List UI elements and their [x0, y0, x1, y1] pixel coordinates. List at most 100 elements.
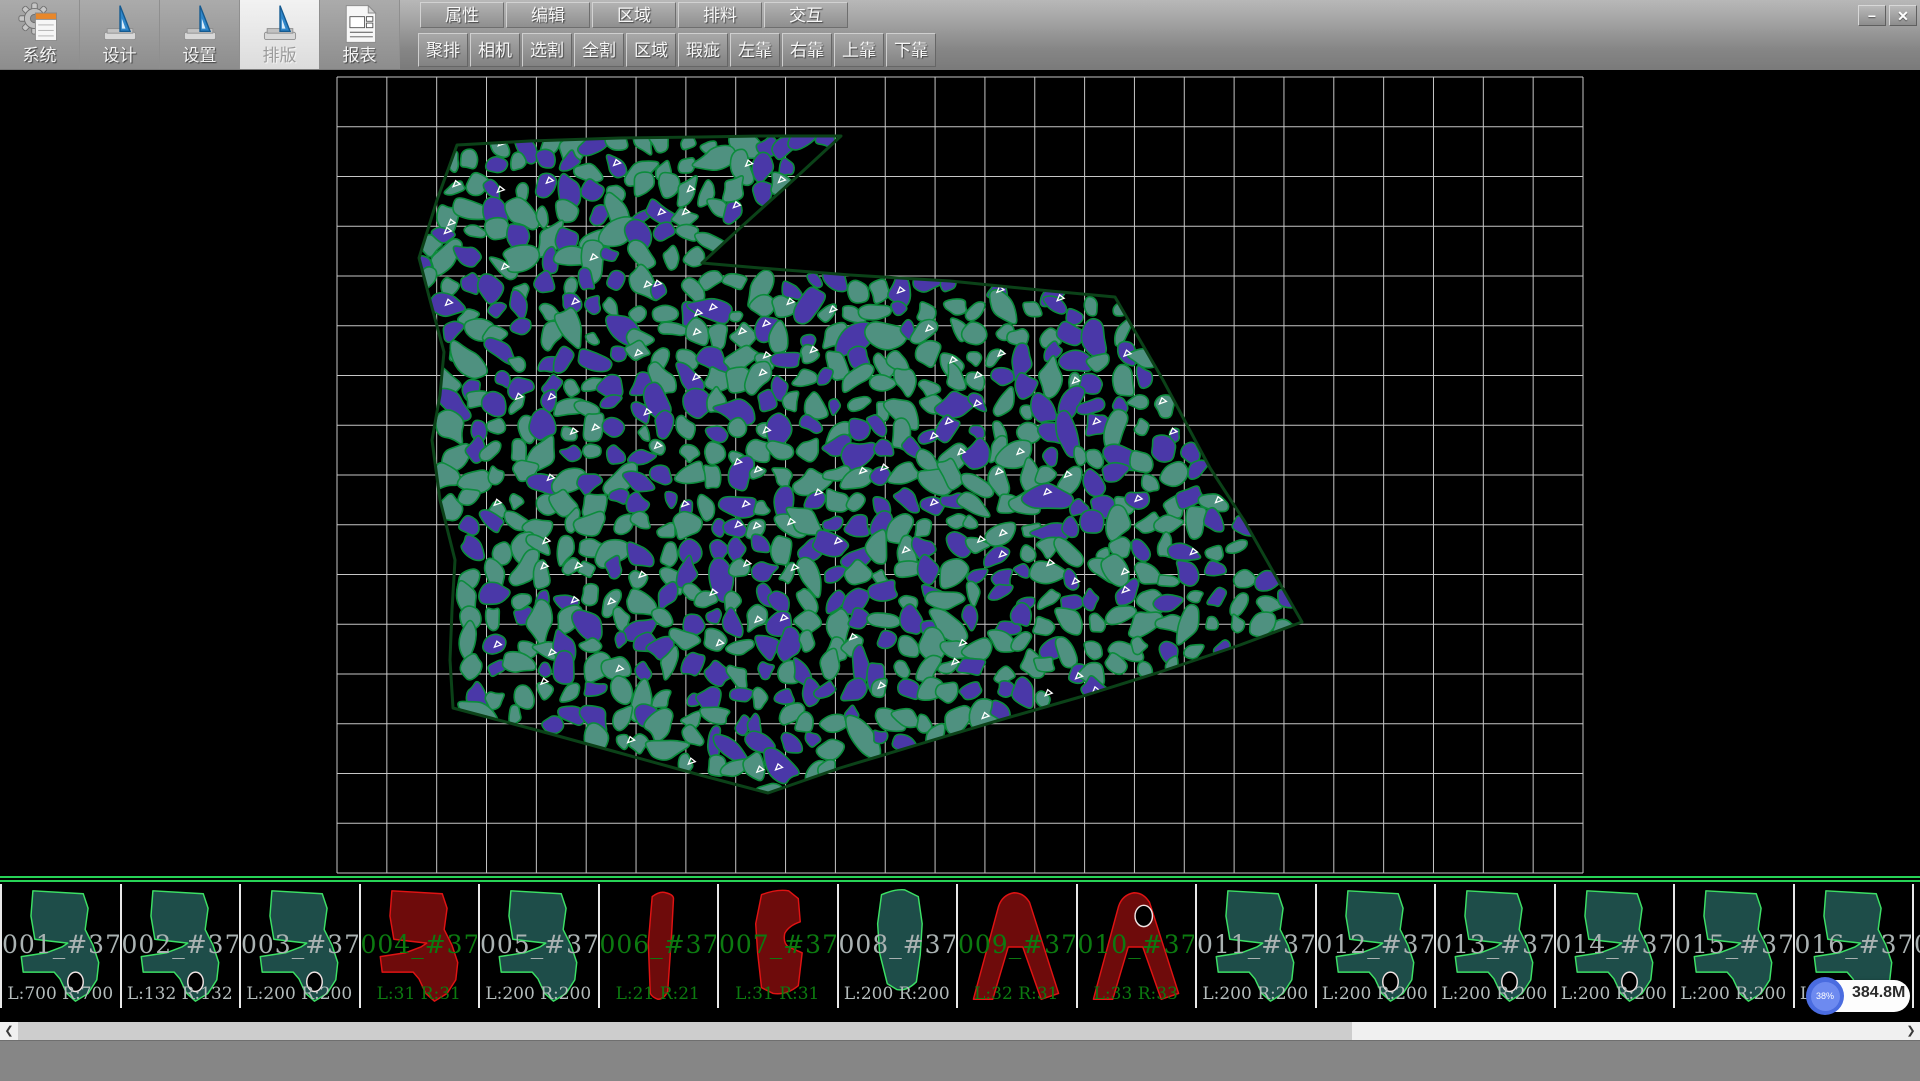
minimize-button[interactable]: − — [1858, 5, 1886, 26]
piece-thumbnail-008_#37[interactable]: 008_#37 L:200 R:200 — [839, 884, 956, 1008]
menu-tab-排料[interactable]: 排料 — [678, 2, 762, 28]
module-button-排版[interactable]: 排版 — [240, 0, 320, 69]
menu-tab-区域[interactable]: 区域 — [592, 2, 676, 28]
piece-label: 013_#37 — [1436, 930, 1553, 959]
piece-label: 006_#37 — [600, 930, 717, 959]
report-doc-icon — [338, 2, 382, 46]
piece-thumbnail-001_#37[interactable]: 001_#37 L:700 R:700 — [2, 884, 119, 1008]
module-label: 系统 — [23, 46, 57, 66]
module-button-设计[interactable]: 设计 — [80, 0, 160, 69]
piece-thumbnail-015_#37[interactable]: 015_#37 L:200 R:200 — [1675, 884, 1792, 1008]
piece-label: 002_#37 — [122, 930, 239, 959]
horizontal-scrollbar[interactable]: ❮ ❯ — [0, 1022, 1920, 1040]
memory-value: 384.8M — [1852, 984, 1905, 1002]
nesting-canvas[interactable] — [0, 70, 1920, 876]
piece-label: 005_#37 — [480, 930, 597, 959]
gear-notebook-icon — [18, 2, 62, 46]
module-label: 报表 — [343, 46, 377, 66]
piece-counts: L:200 R:200 — [1914, 984, 1920, 1004]
action-button-瑕疵[interactable]: 瑕疵 — [678, 33, 728, 67]
piece-counts: L:200 R:200 — [1675, 984, 1792, 1004]
action-button-上靠[interactable]: 上靠 — [834, 33, 884, 67]
piece-label: 003_#37 — [241, 930, 358, 959]
piece-label: 010_#37 — [1078, 930, 1195, 959]
application-window: 系统设计设置排版报表 属性编辑区域排料交互 聚排相机选割全割区域瑕疵左靠右靠上靠… — [0, 0, 1920, 1080]
module-buttons: 系统 设计 设置 排版 报表 — [0, 0, 400, 70]
piece-thumbnail-013_#37[interactable]: 013_#37 L:200 R:200 — [1436, 884, 1553, 1008]
window-controls: − ✕ — [1858, 5, 1917, 26]
piece-counts: L:132 R:132 — [122, 984, 239, 1004]
ruler-icon — [258, 2, 302, 46]
piece-thumbnail-002_#37[interactable]: 002_#37 L:132 R:132 — [122, 884, 239, 1008]
memory-percent-ring: 38% — [1806, 977, 1844, 1015]
piece-counts: L:200 R:200 — [839, 984, 956, 1004]
piece-label: 008_#37 — [839, 930, 956, 959]
status-bar — [0, 1040, 1920, 1081]
piece-label: 014_#37 — [1556, 930, 1673, 959]
piece-thumbnail-006_#37[interactable]: 006_#37 L:21 R:21 — [600, 884, 717, 1008]
piece-label: 012_#37 — [1317, 930, 1434, 959]
action-buttons: 聚排相机选割全割区域瑕疵左靠右靠上靠下靠 — [418, 33, 936, 67]
memory-percent: 38% — [1816, 991, 1834, 1001]
piece-label: 015_#37 — [1675, 930, 1792, 959]
module-button-设置[interactable]: 设置 — [160, 0, 240, 69]
piece-counts: L:33 R:33 — [1078, 984, 1195, 1004]
action-button-左靠[interactable]: 左靠 — [730, 33, 780, 67]
module-button-系统[interactable]: 系统 — [0, 0, 80, 69]
piece-counts: L:32 R:31 — [958, 984, 1075, 1004]
piece-label: 001_#37 — [2, 930, 119, 959]
scroll-right-arrow-icon[interactable]: ❯ — [1902, 1022, 1920, 1040]
module-label: 排版 — [263, 46, 297, 66]
piece-thumbnail-009_#37[interactable]: 009_#37 L:32 R:31 — [958, 884, 1075, 1008]
ruler-icon — [178, 2, 222, 46]
close-button[interactable]: ✕ — [1889, 5, 1917, 26]
ruler-icon — [98, 2, 142, 46]
module-label: 设置 — [183, 46, 217, 66]
action-button-全割[interactable]: 全割 — [574, 33, 624, 67]
piece-counts: L:200 R:200 — [480, 984, 597, 1004]
piece-label: 011_#37 — [1197, 930, 1314, 959]
piece-label: 017_#37 — [1914, 930, 1920, 959]
action-button-选割[interactable]: 选割 — [522, 33, 572, 67]
piece-label: 009_#37 — [958, 930, 1075, 959]
piece-label: 007_#37 — [719, 930, 836, 959]
piece-counts: L:700 R:700 — [2, 984, 119, 1004]
piece-thumbnail-011_#37[interactable]: 011_#37 L:200 R:200 — [1197, 884, 1314, 1008]
action-button-相机[interactable]: 相机 — [470, 33, 520, 67]
piece-thumbnail-005_#37[interactable]: 005_#37 L:200 R:200 — [480, 884, 597, 1008]
menu-tab-属性[interactable]: 属性 — [420, 2, 504, 28]
piece-counts: L:21 R:21 — [600, 984, 717, 1004]
piece-thumbnail-004_#37[interactable]: 004_#37 L:31 R:31 — [361, 884, 478, 1008]
strip-accent-line-bottom — [0, 880, 1920, 882]
piece-thumbnail-007_#37[interactable]: 007_#37 L:31 R:31 — [719, 884, 836, 1008]
module-label: 设计 — [103, 46, 137, 66]
piece-counts: L:200 R:200 — [1317, 984, 1434, 1004]
action-button-下靠[interactable]: 下靠 — [886, 33, 936, 67]
strip-accent-line-top — [0, 876, 1920, 878]
action-button-区域[interactable]: 区域 — [626, 33, 676, 67]
action-button-聚排[interactable]: 聚排 — [418, 33, 468, 67]
action-button-右靠[interactable]: 右靠 — [782, 33, 832, 67]
piece-label: 016_#37 — [1795, 930, 1912, 959]
module-button-报表[interactable]: 报表 — [320, 0, 400, 69]
piece-thumbnail-017_#37[interactable]: 017_#37 L:200 R:200 — [1914, 884, 1920, 1008]
nesting-drawing — [0, 70, 1920, 876]
scroll-left-arrow-icon[interactable]: ❮ — [0, 1022, 18, 1040]
piece-counts: L:200 R:200 — [1197, 984, 1314, 1004]
pieces-strip: 001_#37L:700 R:700002_#37L:132 R:132003_… — [0, 875, 1920, 1015]
piece-counts: L:31 R:31 — [361, 984, 478, 1004]
menu-tab-编辑[interactable]: 编辑 — [506, 2, 590, 28]
piece-thumbnail-010_#37[interactable]: 010_#37 L:33 R:33 — [1078, 884, 1195, 1008]
piece-thumbnail-012_#37[interactable]: 012_#37 L:200 R:200 — [1317, 884, 1434, 1008]
piece-thumbnails: 001_#37L:700 R:700002_#37L:132 R:132003_… — [0, 884, 1920, 1009]
top-toolbar: 系统设计设置排版报表 属性编辑区域排料交互 聚排相机选割全割区域瑕疵左靠右靠上靠… — [0, 0, 1920, 71]
menu-tabs: 属性编辑区域排料交互 — [420, 2, 848, 28]
menu-tab-交互[interactable]: 交互 — [764, 2, 848, 28]
piece-counts: L:200 R:200 — [1436, 984, 1553, 1004]
piece-thumbnail-014_#37[interactable]: 014_#37L:200 R:200 — [1556, 884, 1673, 1008]
piece-thumbnail-003_#37[interactable]: 003_#37 L:200 R:200 — [241, 884, 358, 1008]
piece-counts: L:31 R:31 — [719, 984, 836, 1004]
piece-counts: L:200 R:200 — [241, 984, 358, 1004]
scrollbar-thumb[interactable] — [18, 1022, 1352, 1040]
piece-label: 004_#37 — [361, 930, 478, 959]
